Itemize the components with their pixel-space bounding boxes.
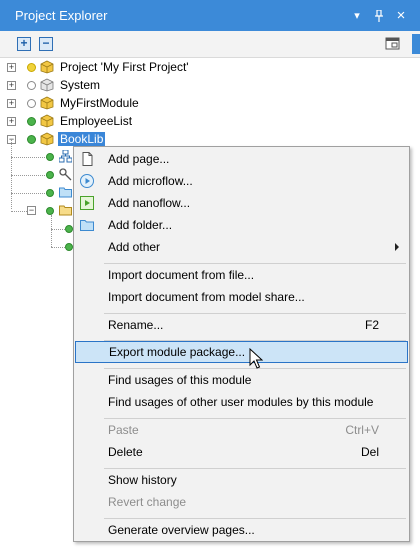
menu-item-label: Import document from file... xyxy=(108,268,255,282)
menu-item-label: Add page... xyxy=(108,152,170,166)
package-icon xyxy=(40,60,54,74)
tree-item-label: EmployeeList xyxy=(60,114,133,128)
menu-item-add-other[interactable]: Add other xyxy=(74,236,409,258)
menu-item-label: Add nanoflow... xyxy=(108,196,191,210)
status-green-icon xyxy=(27,134,36,144)
menu-item-label: Add microflow... xyxy=(108,174,193,188)
menu-item-label: Delete xyxy=(108,445,143,459)
panel-edge-tab[interactable] xyxy=(412,34,420,54)
status-empty-icon xyxy=(27,98,36,108)
menu-item-label: Paste xyxy=(108,423,139,437)
package-icon xyxy=(40,96,54,110)
menu-item-add-nanoflow[interactable]: Add nanoflow... xyxy=(74,192,409,214)
layout-icon[interactable] xyxy=(385,36,401,52)
expand-icon[interactable]: + xyxy=(7,116,16,126)
menu-item-add-microflow[interactable]: Add microflow... xyxy=(74,170,409,192)
mouse-cursor-icon xyxy=(249,347,264,370)
tree-item-label-selected: BookLib xyxy=(58,132,106,146)
menu-item-generate-overview-pages[interactable]: Generate overview pages... xyxy=(74,519,409,541)
expand-all-button[interactable]: + xyxy=(17,37,31,51)
tree-item-label: MyFirstModule xyxy=(60,96,139,110)
domain-model-icon xyxy=(58,149,73,166)
expand-icon[interactable]: + xyxy=(7,80,16,90)
tree-guide-line xyxy=(11,193,47,194)
status-green-icon xyxy=(46,189,54,197)
folder-open-icon xyxy=(59,204,72,219)
dropdown-icon[interactable]: ▾ xyxy=(346,5,368,27)
context-menu: Add page... Add microflow... Add nanoflo… xyxy=(73,146,410,542)
expand-icon[interactable]: + xyxy=(7,98,16,108)
status-empty-icon xyxy=(27,80,36,90)
module-icon xyxy=(40,78,54,92)
menu-item-shortcut: F2 xyxy=(364,318,379,332)
menu-item-import-file[interactable]: Import document from file... xyxy=(74,264,409,286)
menu-item-label: Add other xyxy=(108,240,161,254)
tree-row-myfirstmodule[interactable]: + MyFirstModule xyxy=(0,94,420,112)
status-green-icon xyxy=(65,243,73,251)
folder-icon xyxy=(79,217,95,233)
menu-item-label: Rename... xyxy=(108,318,164,332)
close-icon[interactable]: × xyxy=(390,5,412,27)
tree-guide-line xyxy=(11,175,47,176)
package-icon xyxy=(40,114,54,128)
status-yellow-icon xyxy=(27,62,36,72)
pin-icon[interactable] xyxy=(368,5,390,27)
expand-icon[interactable]: + xyxy=(7,62,16,72)
menu-item-shortcut: Ctrl+V xyxy=(345,423,379,437)
menu-item-find-usages-module[interactable]: Find usages of this module xyxy=(74,369,409,391)
status-green-icon xyxy=(65,225,73,233)
menu-item-find-usages-other-modules[interactable]: Find usages of other user modules by thi… xyxy=(74,391,409,413)
menu-item-export-module-package[interactable]: Export module package... xyxy=(75,341,408,363)
tree-guide-line xyxy=(51,215,52,247)
tree-item-label: System xyxy=(60,78,101,92)
menu-item-import-model-share[interactable]: Import document from model share... xyxy=(74,286,409,308)
submenu-arrow-icon xyxy=(395,243,399,251)
menu-item-show-history[interactable]: Show history xyxy=(74,469,409,491)
panel-title-bar: Project Explorer ▾ × xyxy=(0,0,420,31)
page-icon xyxy=(79,151,95,167)
explorer-toolbar: + − xyxy=(0,31,420,58)
tree-guide-line xyxy=(51,247,65,248)
tree-item-label: Project 'My First Project' xyxy=(60,60,189,74)
package-icon xyxy=(40,132,54,146)
status-green-icon xyxy=(46,171,54,179)
tree-guide-line xyxy=(51,229,65,230)
tree-guide-line xyxy=(11,139,12,209)
nanoflow-icon xyxy=(79,195,95,211)
collapse-all-button[interactable]: − xyxy=(39,37,53,51)
menu-item-label: Export module package... xyxy=(109,345,246,359)
menu-item-add-folder[interactable]: Add folder... xyxy=(74,214,409,236)
settings-key-icon xyxy=(59,168,72,184)
menu-item-label: Find usages of this module xyxy=(108,373,252,387)
menu-item-shortcut: Del xyxy=(360,445,379,459)
status-green-icon xyxy=(27,116,36,126)
microflow-icon xyxy=(79,173,95,189)
panel-title: Project Explorer xyxy=(15,8,108,23)
menu-item-delete[interactable]: Delete Del xyxy=(74,441,409,463)
status-green-icon xyxy=(46,207,54,215)
tree-row-employeelist[interactable]: + EmployeeList xyxy=(0,112,420,130)
collapse-icon[interactable]: − xyxy=(27,206,36,215)
menu-item-label: Generate overview pages... xyxy=(108,523,255,537)
status-green-icon xyxy=(46,153,54,161)
menu-item-paste[interactable]: Paste Ctrl+V xyxy=(74,419,409,441)
menu-item-rename[interactable]: Rename... F2 xyxy=(74,314,409,336)
menu-item-label: Add folder... xyxy=(108,218,173,232)
menu-item-label: Import document from model share... xyxy=(108,290,305,304)
tree-row-project[interactable]: + Project 'My First Project' xyxy=(0,58,420,76)
menu-item-add-page[interactable]: Add page... xyxy=(74,148,409,170)
menu-item-label: Show history xyxy=(108,473,177,487)
tree-row-system[interactable]: + System xyxy=(0,76,420,94)
menu-item-revert-change[interactable]: Revert change xyxy=(74,491,409,513)
menu-item-label: Revert change xyxy=(108,495,187,509)
folder-icon xyxy=(59,186,72,201)
menu-item-label: Find usages of other user modules by thi… xyxy=(108,395,374,409)
tree-guide-line xyxy=(11,157,47,158)
